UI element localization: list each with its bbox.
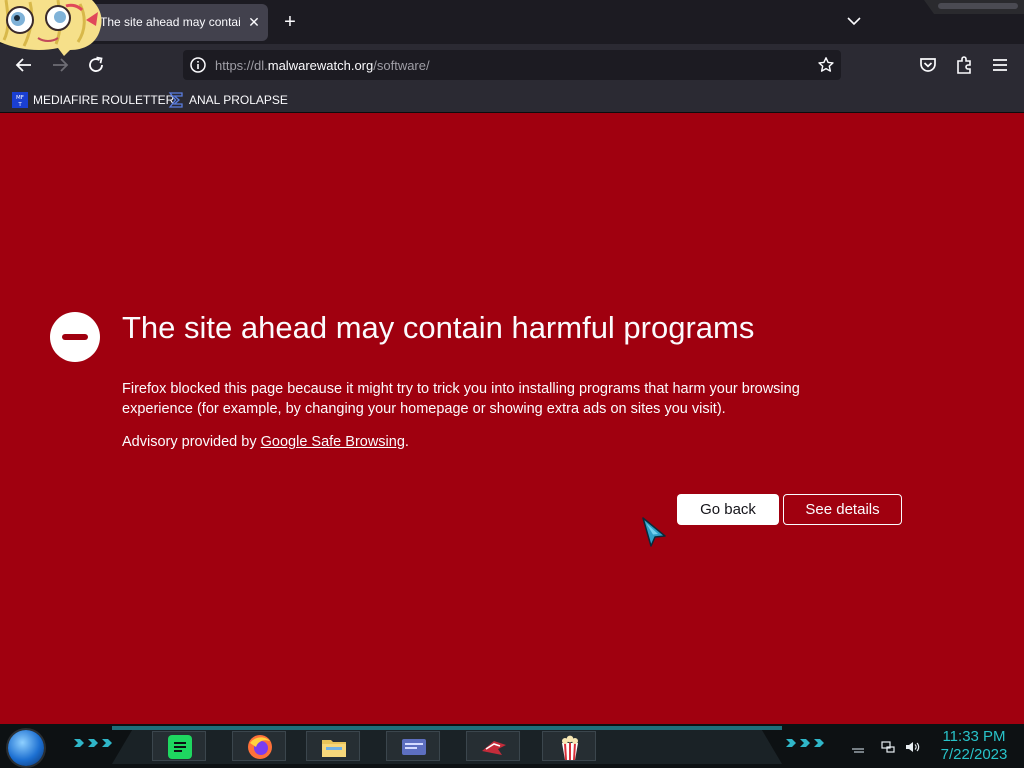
volume-icon[interactable] xyxy=(904,739,920,755)
bookmark-label: ANAL PROLAPSE xyxy=(189,93,288,107)
clock-date: 7/22/2023 xyxy=(940,746,1008,763)
bookmark-label: MEDIAFIRE ROULETTER xyxy=(33,93,175,107)
navigation-toolbar: https://dl.malwarewatch.org/software/ xyxy=(0,44,1024,86)
new-tab-button[interactable]: + xyxy=(279,11,301,33)
site-info-icon[interactable] xyxy=(189,56,207,74)
tab-close-icon[interactable]: ✕ xyxy=(244,12,264,32)
taskbar-band xyxy=(112,730,782,764)
tab-title: The site ahead may contain harmful progr… xyxy=(100,15,240,29)
bookmark-star-icon[interactable] xyxy=(817,56,835,74)
taskbar-chevrons-left xyxy=(74,739,112,749)
url-path: /software/ xyxy=(373,58,430,73)
google-safe-browsing-link[interactable]: Google Safe Browsing xyxy=(261,434,405,450)
url-text[interactable]: https://dl.malwarewatch.org/software/ xyxy=(215,58,430,73)
error-title: The site ahead may contain harmful progr… xyxy=(122,310,755,345)
popcorn-icon xyxy=(562,735,578,761)
extensions-puzzle-icon[interactable] xyxy=(952,53,976,77)
blocked-minus-icon xyxy=(50,312,100,362)
url-prefix: https://dl. xyxy=(215,58,268,73)
see-details-button[interactable]: See details xyxy=(783,494,902,525)
address-bar[interactable]: https://dl.malwarewatch.org/software/ xyxy=(183,50,841,80)
svg-text:MF: MF xyxy=(16,95,24,101)
network-icon[interactable] xyxy=(880,739,896,755)
advisory-prefix: Advisory provided by xyxy=(122,434,261,450)
svg-text:T: T xyxy=(17,102,22,108)
cartoon-avatar-overlay xyxy=(0,0,102,56)
show-hidden-icons-icon[interactable] xyxy=(850,739,866,755)
list-all-tabs-icon[interactable] xyxy=(843,10,865,32)
window-card-icon xyxy=(402,739,426,755)
window-title-decoration xyxy=(924,0,1024,14)
system-clock[interactable]: 11:33 PM 7/22/2023 xyxy=(930,728,1018,764)
forward-arrow-icon[interactable] xyxy=(48,53,72,77)
taskbar-rail xyxy=(112,726,782,730)
taskbar-app-popcorn[interactable] xyxy=(542,731,596,761)
pocket-icon[interactable] xyxy=(916,53,940,77)
taskbar-app-window[interactable] xyxy=(386,731,440,761)
firefox-icon xyxy=(248,735,272,759)
bookmarks-toolbar: MF T MEDIAFIRE ROULETTER ANAL PROLAPSE xyxy=(0,86,1024,113)
tab-strip: The site ahead may contain harmful progr… xyxy=(0,0,1024,44)
sigma-favicon-icon xyxy=(168,92,183,108)
spotify-icon xyxy=(168,735,192,759)
advisory-text: Advisory provided by Google Safe Browsin… xyxy=(122,434,409,450)
game-ship-icon xyxy=(482,741,506,755)
taskbar-app-spotify[interactable] xyxy=(152,731,206,761)
error-description: Firefox blocked this page because it mig… xyxy=(122,381,800,417)
bookmark-anal-prolapse[interactable]: ANAL PROLAPSE xyxy=(168,90,288,110)
mouse-cursor-icon xyxy=(642,517,666,547)
url-host: malwarewatch.org xyxy=(267,58,374,73)
taskbar-chevrons-right xyxy=(786,739,824,749)
taskbar-app-file-explorer[interactable] xyxy=(306,731,360,761)
taskbar-app-firefox[interactable] xyxy=(232,731,286,761)
taskbar-app-game[interactable] xyxy=(466,731,520,761)
bookmark-mediafire-rouletter[interactable]: MF T MEDIAFIRE ROULETTER xyxy=(12,90,174,110)
reload-icon[interactable] xyxy=(84,53,108,77)
clock-time: 11:33 PM xyxy=(942,728,1006,745)
advisory-suffix: . xyxy=(404,434,409,450)
go-back-button[interactable]: Go back xyxy=(677,494,779,525)
file-explorer-icon xyxy=(322,740,346,757)
mediafire-favicon-icon: MF T xyxy=(12,92,28,108)
back-arrow-icon[interactable] xyxy=(12,53,36,77)
start-button[interactable] xyxy=(8,730,44,766)
taskbar: 11:33 PM 7/22/2023 xyxy=(0,724,1024,768)
hamburger-menu-icon[interactable] xyxy=(988,53,1012,77)
